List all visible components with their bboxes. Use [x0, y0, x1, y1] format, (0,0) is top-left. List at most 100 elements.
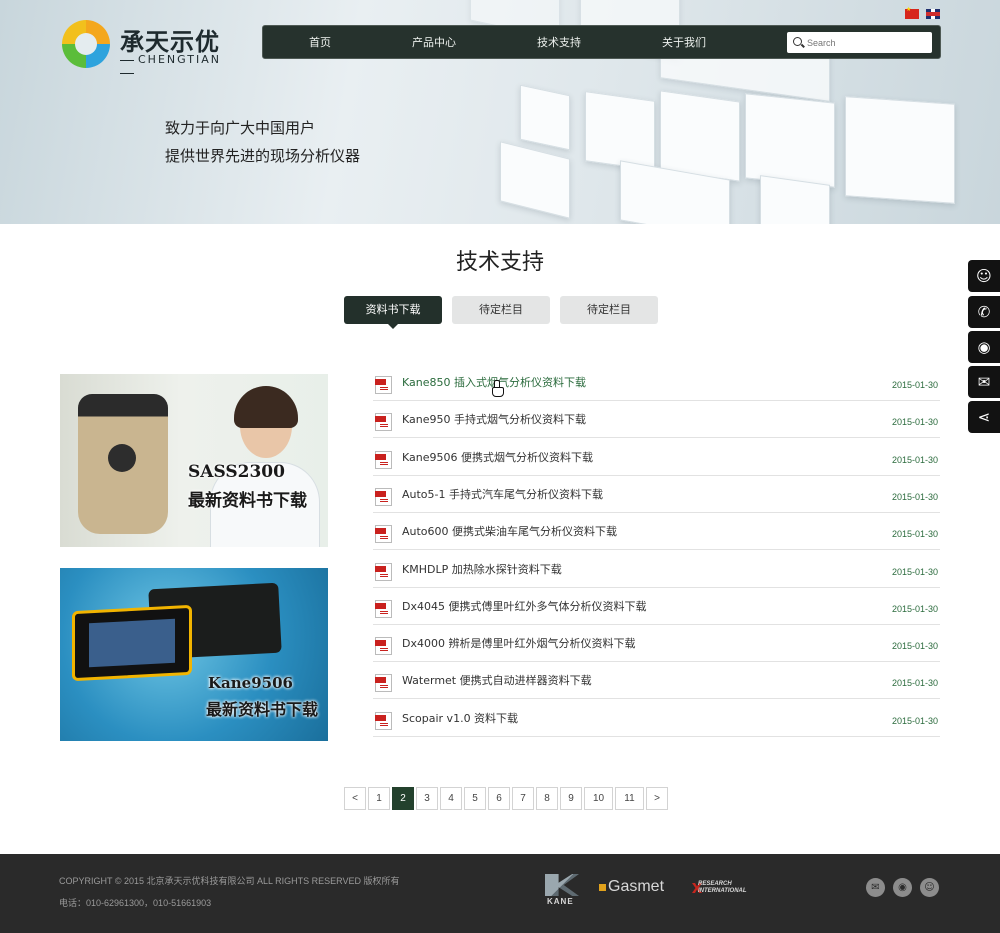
download-date: 2015-01-30	[891, 417, 938, 428]
page-6-button[interactable]: 6	[488, 787, 510, 810]
search-box	[787, 32, 932, 53]
download-row[interactable]: Dx4000 辨析是傅里叶红外烟气分析仪资料下载 2015-01-30	[373, 625, 940, 663]
download-title[interactable]: Dx4045 便携式傅里叶红外多气体分析仪资料下载	[402, 598, 646, 614]
nav-products[interactable]: 产品中心	[403, 26, 465, 60]
pdf-file-icon	[375, 562, 392, 581]
download-row[interactable]: Scopair v1.0 资料下载 2015-01-30	[373, 700, 940, 737]
banner-tile	[500, 141, 570, 219]
download-row[interactable]: Watermet 便携式自动进样器资料下载 2015-01-30	[373, 662, 940, 700]
wechat-footer-icon[interactable]: ✉	[866, 878, 885, 897]
qq-footer-icon[interactable]: ☺	[920, 878, 939, 897]
pdf-file-icon	[375, 637, 392, 656]
phone-button[interactable]: ✆	[968, 296, 1000, 328]
pdf-file-icon	[375, 413, 392, 432]
promo-banner-sass2300[interactable]: SASS2300 最新资料书下载	[60, 374, 328, 547]
download-date: 2015-01-30	[891, 603, 938, 614]
page-4-button[interactable]: 4	[440, 787, 462, 810]
wechat-button[interactable]: ✉	[968, 366, 1000, 398]
slogan-line-1: 致力于向广大中国用户	[165, 119, 316, 137]
pdf-file-icon	[375, 599, 392, 618]
download-title[interactable]: Auto600 便携式柴油车尾气分析仪资料下载	[402, 523, 617, 539]
banner-tile	[660, 90, 740, 182]
phone-text: 电话：010-62961300，010-51661903	[59, 898, 212, 908]
page-3-button[interactable]: 3	[416, 787, 438, 810]
download-title[interactable]: Kane9506 便携式烟气分析仪资料下载	[402, 449, 593, 465]
promo-caption-text: 最新资料书下载	[188, 491, 307, 511]
page-1-button[interactable]: 1	[368, 787, 390, 810]
download-title[interactable]: Kane950 手持式烟气分析仪资料下载	[402, 411, 586, 427]
phone-icon: ✆	[977, 303, 991, 321]
hand-cursor-icon	[492, 380, 504, 397]
qq-button[interactable]: ☺	[968, 260, 1000, 292]
nav-about[interactable]: 关于我们	[653, 26, 715, 60]
download-title[interactable]: Watermet 便携式自动进样器资料下载	[402, 672, 592, 688]
download-date: 2015-01-30	[891, 491, 938, 502]
banner-tile	[520, 84, 570, 151]
download-title[interactable]: Scopair v1.0 资料下载	[402, 710, 518, 726]
kane-logo[interactable]: KANE	[545, 874, 581, 906]
page-11-button[interactable]: 11	[615, 787, 644, 810]
ri-logo-text: RESEARCH INTERNATIONAL	[698, 881, 747, 894]
logo[interactable]: 承天示优 CHENGTIAN	[62, 20, 222, 70]
page-9-button[interactable]: 9	[560, 787, 582, 810]
pdf-file-icon	[375, 711, 392, 730]
download-date: 2015-01-30	[891, 380, 938, 390]
tab-placeholder-1[interactable]: 待定栏目	[452, 296, 550, 324]
gasmet-logo[interactable]: Gasmet	[599, 878, 664, 896]
nav-home[interactable]: 首页	[293, 26, 347, 60]
section-title: 技术支持	[455, 250, 544, 275]
page-5-button[interactable]: 5	[464, 787, 486, 810]
nav-tech-support[interactable]: 技术支持	[528, 26, 590, 60]
tab-placeholder-2[interactable]: 待定栏目	[560, 296, 658, 324]
weibo-button[interactable]: ◉	[968, 331, 1000, 363]
pdf-file-icon	[375, 674, 392, 693]
logo-subtext: CHENGTIAN	[116, 53, 222, 79]
copyright-text: COPYRIGHT © 2015 北京承天示优科技有限公司 ALL RIGHTS…	[59, 876, 400, 886]
banner-tile	[845, 96, 955, 204]
download-title[interactable]: Dx4000 辨析是傅里叶红外烟气分析仪资料下载	[402, 635, 635, 651]
download-row[interactable]: Dx4045 便携式傅里叶红外多气体分析仪资料下载 2015-01-30	[373, 588, 940, 625]
promo-banner-kane9506[interactable]: Kane9506 最新资料书下载	[60, 568, 328, 741]
kane-logo-text: KANE	[547, 897, 574, 906]
page-7-button[interactable]: 7	[512, 787, 534, 810]
download-date: 2015-01-30	[891, 566, 938, 577]
analyzer-image	[78, 394, 168, 534]
tab-downloads[interactable]: 资料书下载	[344, 296, 442, 329]
prev-page-button[interactable]: <	[344, 787, 366, 810]
pdf-file-icon	[375, 525, 392, 544]
search-input[interactable]	[807, 34, 927, 51]
download-row[interactable]: Auto5-1 手持式汽车尾气分析仪资料下载 2015-01-30	[373, 476, 940, 513]
download-title[interactable]: Auto5-1 手持式汽车尾气分析仪资料下载	[402, 486, 603, 502]
download-date: 2015-01-30	[891, 454, 938, 465]
download-date: 2015-01-30	[891, 641, 938, 652]
page-8-button[interactable]: 8	[536, 787, 558, 810]
weibo-footer-icon[interactable]: ◉	[893, 878, 912, 897]
main-nav: 首页 产品中心 技术支持 关于我们	[262, 25, 941, 59]
download-title[interactable]: KMHDLP 加热除水探针资料下载	[402, 561, 562, 577]
qq-icon: ☺	[976, 267, 992, 285]
logo-text: 承天示优	[120, 27, 220, 56]
download-row[interactable]: Kane950 手持式烟气分析仪资料下载 2015-01-30	[373, 401, 940, 439]
search-icon[interactable]	[793, 37, 802, 46]
promo-caption-text: 最新资料书下载	[206, 700, 319, 719]
pdf-file-icon	[375, 450, 392, 469]
download-date: 2015-01-30	[891, 529, 938, 540]
next-page-button[interactable]: >	[646, 787, 668, 810]
english-flag-icon[interactable]	[926, 9, 940, 19]
download-row[interactable]: KMHDLP 加热除水探针资料下载 2015-01-30	[373, 551, 940, 588]
hero-banner: 承天示优 CHENGTIAN 首页 产品中心 技术支持 关于我们 致力于向广大中…	[0, 0, 1000, 224]
download-row[interactable]: Kane850 插入式烟气分析仪资料下载 2015-01-30	[373, 364, 940, 401]
banner-tile	[745, 93, 835, 188]
chinese-flag-icon[interactable]	[905, 6, 919, 19]
download-row[interactable]: Auto600 便携式柴油车尾气分析仪资料下载 2015-01-30	[373, 513, 940, 551]
download-row[interactable]: Kane9506 便携式烟气分析仪资料下载 2015-01-30	[373, 439, 940, 476]
page-2-button[interactable]: 2	[392, 787, 414, 810]
share-button[interactable]: ⋖	[968, 401, 1000, 433]
download-date: 2015-01-30	[891, 678, 938, 689]
kane-mark-icon	[545, 874, 579, 896]
share-icon: ⋖	[977, 408, 991, 426]
slogan-line-2: 提供世界先进的现场分析仪器	[165, 147, 361, 165]
page-10-button[interactable]: 10	[584, 787, 613, 810]
pdf-file-icon	[375, 376, 392, 394]
banner-tile	[585, 91, 655, 171]
